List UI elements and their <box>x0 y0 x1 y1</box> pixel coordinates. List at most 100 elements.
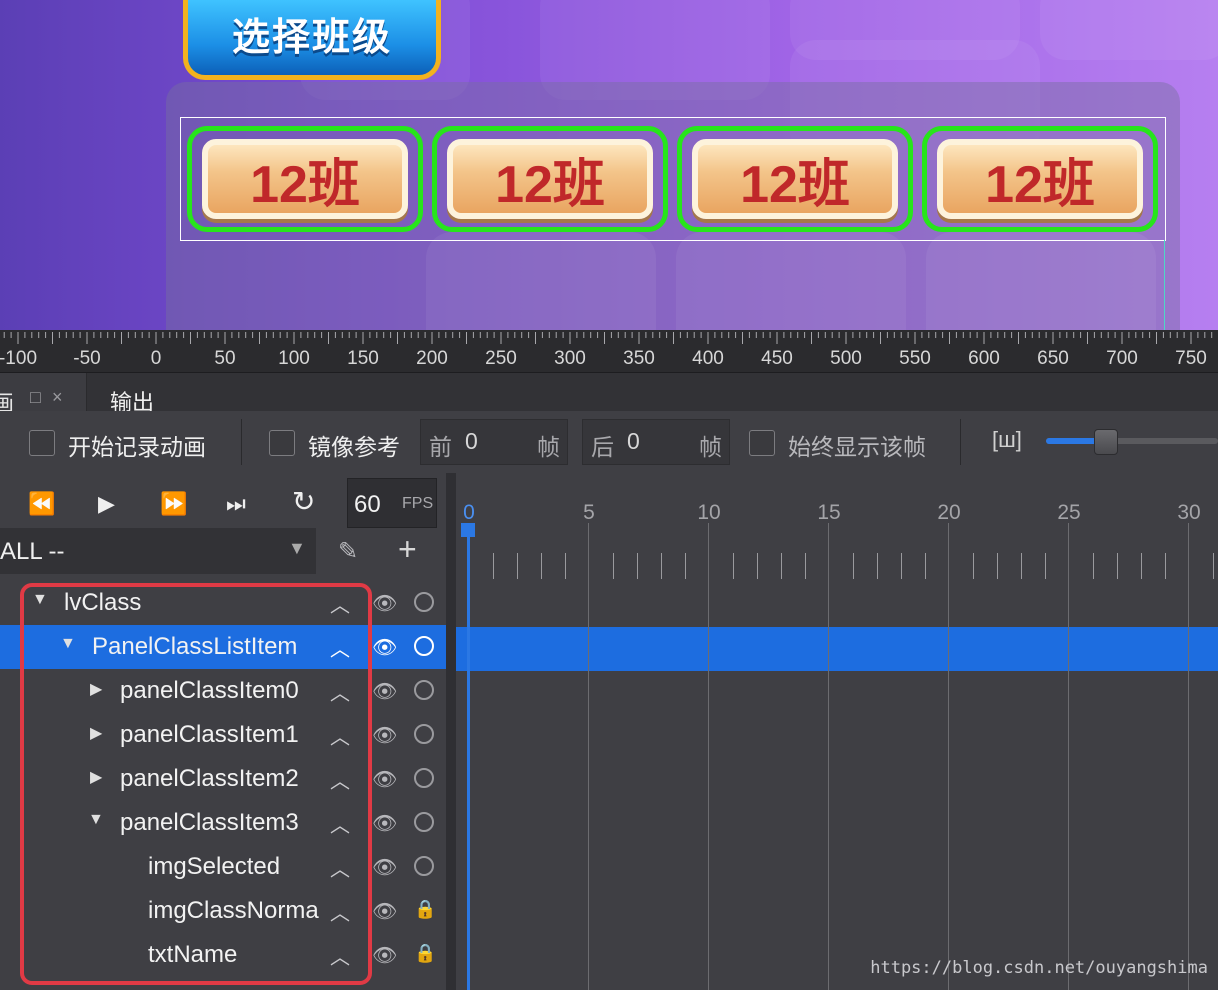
ruler-label: 550 <box>899 348 931 369</box>
frame-tick <box>733 553 734 579</box>
ruler-label: 350 <box>623 348 655 369</box>
skip-to-end-icon[interactable]: ⏭ <box>226 491 246 517</box>
lock-icon[interactable]: 🔒 <box>414 943 436 964</box>
watermark: https://blog.csdn.net/ouyangshima <box>870 958 1208 978</box>
frame-label: 30 <box>1177 501 1201 524</box>
keyframe-circle-icon[interactable] <box>414 592 434 612</box>
frame-tick <box>685 553 686 579</box>
record-animation-label: 开始记录动画 <box>68 434 206 460</box>
frame-gridline <box>948 523 949 990</box>
ruler-label: 400 <box>692 348 724 369</box>
prev-frames-field[interactable]: 前 0 帧 <box>420 419 568 465</box>
eye-icon[interactable]: 👁 <box>372 679 397 704</box>
playhead-handle[interactable] <box>461 523 475 537</box>
frame-tick <box>493 553 494 579</box>
horizontal-ruler <box>0 330 1218 373</box>
pencil-icon[interactable]: ✎ <box>338 537 358 566</box>
frame-tick <box>925 553 926 579</box>
restore-icon[interactable]: □ <box>30 387 41 408</box>
timeline-zoom-icon[interactable]: [ш] <box>992 427 1022 453</box>
toolbar-divider <box>960 419 961 465</box>
eye-icon[interactable]: 👁 <box>372 943 397 968</box>
timeline-zoom-slider[interactable] <box>1046 429 1218 455</box>
keyframe-circle-icon[interactable] <box>414 724 434 744</box>
frame-gridline <box>828 523 829 990</box>
rewind-icon[interactable]: ⏪ <box>28 491 55 517</box>
frame-tick <box>877 553 878 579</box>
zoom-slider-handle[interactable] <box>1094 429 1119 455</box>
keyframe-circle-icon[interactable] <box>414 636 434 656</box>
prev-frames-label: 前 <box>429 434 452 460</box>
fast-forward-icon[interactable]: ⏩ <box>160 491 187 517</box>
mirror-reference-label: 镜像参考 <box>308 434 400 460</box>
frame-label: 10 <box>697 501 721 524</box>
fps-unit: FPS <box>402 495 434 512</box>
guide-line <box>1164 240 1165 330</box>
timeline-selected-row[interactable] <box>456 627 1218 671</box>
frame-tick <box>661 553 662 579</box>
frame-tick <box>781 553 782 579</box>
eye-icon[interactable]: 👁 <box>372 855 397 880</box>
ruler-label: 0 <box>150 348 162 369</box>
keyframe-circle-icon[interactable] <box>414 768 434 788</box>
timeline-area[interactable]: 0 5 10 15 20 25 30 <box>456 473 1218 990</box>
next-frames-label: 后 <box>591 434 614 460</box>
fps-field[interactable]: 60 FPS <box>347 478 437 528</box>
frame-tick <box>1021 553 1022 579</box>
always-show-frame-label: 始终显示该帧 <box>788 434 926 460</box>
playhead[interactable] <box>467 523 470 990</box>
frame-tick <box>1093 553 1094 579</box>
eye-icon[interactable]: 👁 <box>372 811 397 836</box>
keyframe-circle-icon[interactable] <box>414 812 434 832</box>
close-icon[interactable]: × <box>52 387 63 408</box>
next-frames-value[interactable]: 0 <box>627 428 640 455</box>
tab-animation[interactable]: 画 □ × <box>0 373 87 416</box>
ruler-label: 250 <box>485 348 517 369</box>
select-class-title-button[interactable]: 选择班级 <box>183 0 441 80</box>
loop-icon[interactable]: ↻ <box>292 485 315 518</box>
scene-preview[interactable]: 选择班级 12班 12班 12班 12班 <box>0 0 1218 330</box>
ruler-label: 300 <box>554 348 586 369</box>
frame-tick <box>565 553 566 579</box>
frame-tick <box>517 553 518 579</box>
eye-icon[interactable]: 👁 <box>372 723 397 748</box>
mirror-reference-checkbox[interactable] <box>269 430 295 456</box>
selection-rectangle[interactable] <box>180 117 1166 241</box>
keyframe-circle-icon[interactable] <box>414 856 434 876</box>
eye-icon[interactable]: 👁 <box>372 767 397 792</box>
ruler-label: 450 <box>761 348 793 369</box>
eye-icon[interactable]: 👁 <box>372 899 397 924</box>
frame-label: 15 <box>817 501 841 524</box>
frame-tick <box>1141 553 1142 579</box>
layer-filter-select[interactable]: ALL -- ▼ <box>0 528 316 574</box>
record-animation-checkbox[interactable] <box>29 430 55 456</box>
fps-value[interactable]: 60 <box>354 491 381 519</box>
toolbar-divider <box>241 419 242 465</box>
frame-tick <box>901 553 902 579</box>
keyframe-circle-icon[interactable] <box>414 680 434 700</box>
panel-splitter[interactable] <box>446 473 456 990</box>
frame-gridline <box>708 523 709 990</box>
frame-gridline <box>1188 523 1189 990</box>
eye-icon[interactable]: 👁 <box>372 591 397 616</box>
play-icon[interactable]: ▶ <box>98 491 115 517</box>
ruler-label: 100 <box>278 348 310 369</box>
panel-tab-bar: 画 □ × 输出 <box>0 373 1218 416</box>
prev-frames-value[interactable]: 0 <box>465 428 478 455</box>
eye-icon[interactable]: 👁 <box>372 635 397 660</box>
add-icon[interactable]: + <box>398 531 417 568</box>
ruler-label: 500 <box>830 348 862 369</box>
frame-tick <box>1213 553 1214 579</box>
frame-tick <box>541 553 542 579</box>
chevron-down-icon[interactable]: ▼ <box>288 538 306 559</box>
ruler-label: 200 <box>416 348 448 369</box>
next-frames-field[interactable]: 后 0 帧 <box>582 419 730 465</box>
ruler-label: -100 <box>0 348 38 369</box>
frame-tick <box>637 553 638 579</box>
always-show-frame-checkbox[interactable] <box>749 430 775 456</box>
frame-label-current: 0 <box>463 501 475 524</box>
frame-tick <box>1117 553 1118 579</box>
lock-icon[interactable]: 🔒 <box>414 899 436 920</box>
frame-tick <box>997 553 998 579</box>
frame-tick <box>853 553 854 579</box>
